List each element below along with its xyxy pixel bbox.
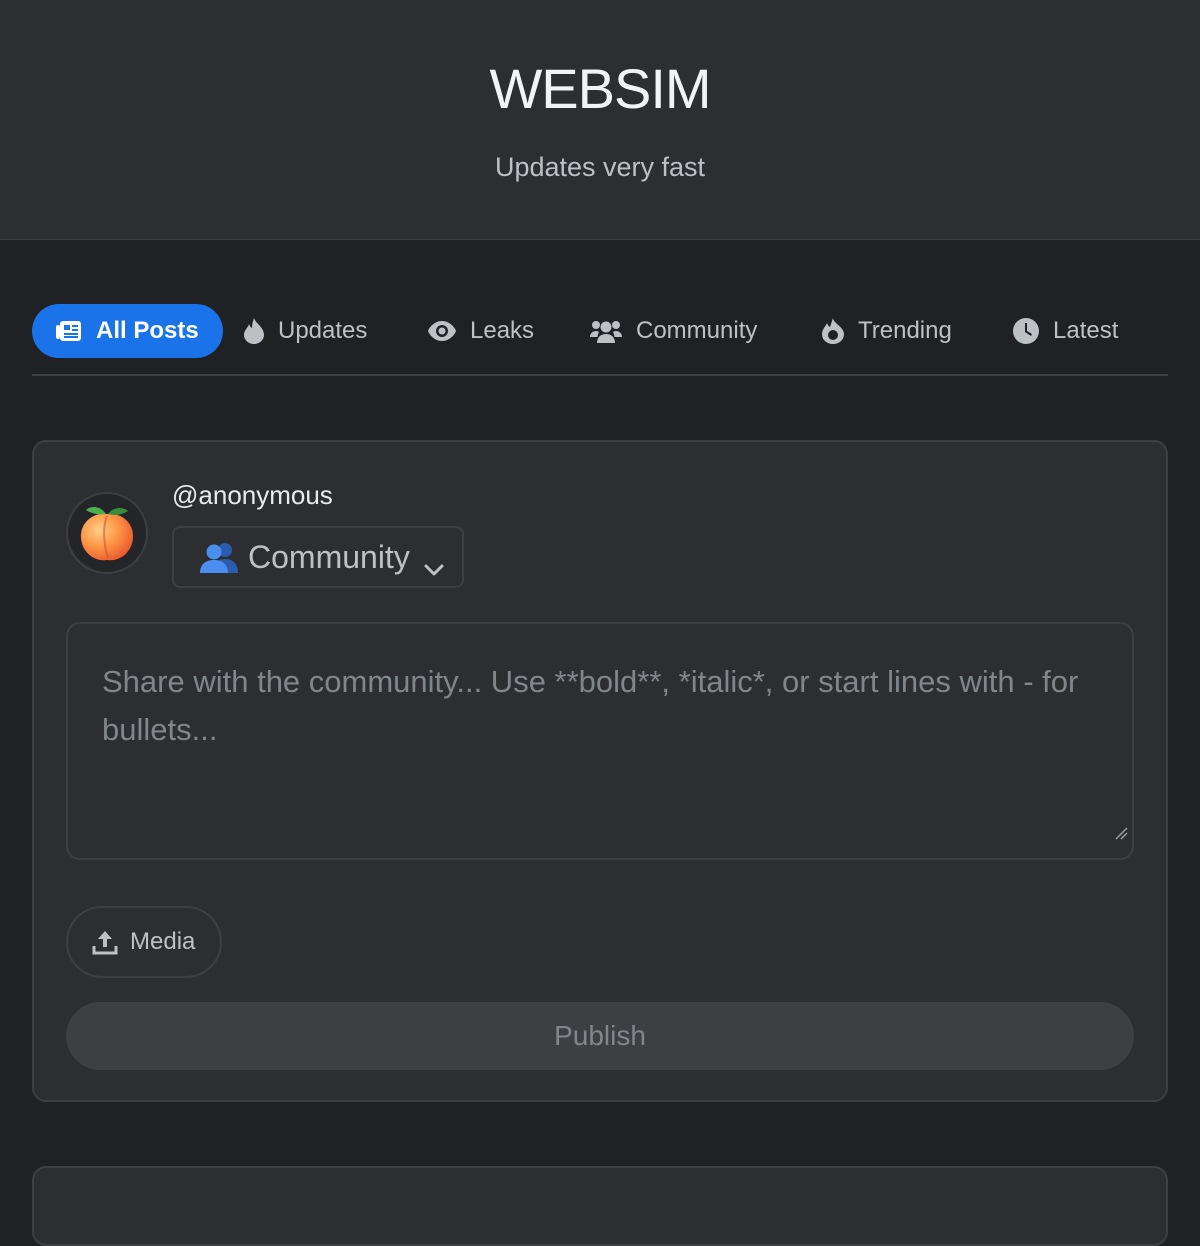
site-title: WEBSIM [489,57,711,120]
flame-icon [822,318,844,344]
avatar [66,492,148,574]
tab-label: Leaks [470,317,535,344]
media-upload-button[interactable]: Media [66,906,222,978]
category-tabs: All Posts Updates Leaks Community Trendi… [32,304,1168,376]
tab-latest[interactable]: Latest [1013,304,1118,358]
post-composer: @anonymous Community Share with the comm… [32,440,1168,1102]
publish-button[interactable]: Publish [66,1002,1134,1070]
tab-all-posts[interactable]: All Posts [32,304,223,358]
tab-label: Trending [858,317,952,344]
media-button-label: Media [130,928,196,955]
clock-icon [1013,318,1039,344]
category-select-value: Community [248,538,410,575]
tab-label: Latest [1053,317,1119,344]
users-icon [590,319,622,343]
newspaper-icon [56,320,82,342]
chevron-down-icon [424,548,444,585]
textarea-placeholder: Share with the community... Use **bold**… [102,664,1079,747]
people-emoji-icon [200,541,238,573]
tab-trending[interactable]: Trending [822,304,952,358]
eye-icon [428,321,456,341]
fire-icon [244,318,264,344]
page-header: WEBSIM Updates very fast [0,0,1200,240]
tab-label: Updates [278,317,368,344]
tab-leaks[interactable]: Leaks [428,304,534,358]
resize-handle-icon[interactable] [1114,806,1128,854]
tab-updates[interactable]: Updates [244,304,367,358]
category-select[interactable]: Community [172,526,464,588]
peach-icon [80,507,134,561]
post-textarea[interactable]: Share with the community... Use **bold**… [66,622,1134,860]
publish-button-label: Publish [554,1020,646,1051]
site-subtitle: Updates very fast [494,152,706,182]
tab-label: Community [636,317,758,344]
tab-label: All Posts [96,317,199,344]
tab-community[interactable]: Community [590,304,757,358]
upload-icon [92,929,118,955]
username: @anonymous [172,480,333,510]
post-card [32,1166,1168,1246]
